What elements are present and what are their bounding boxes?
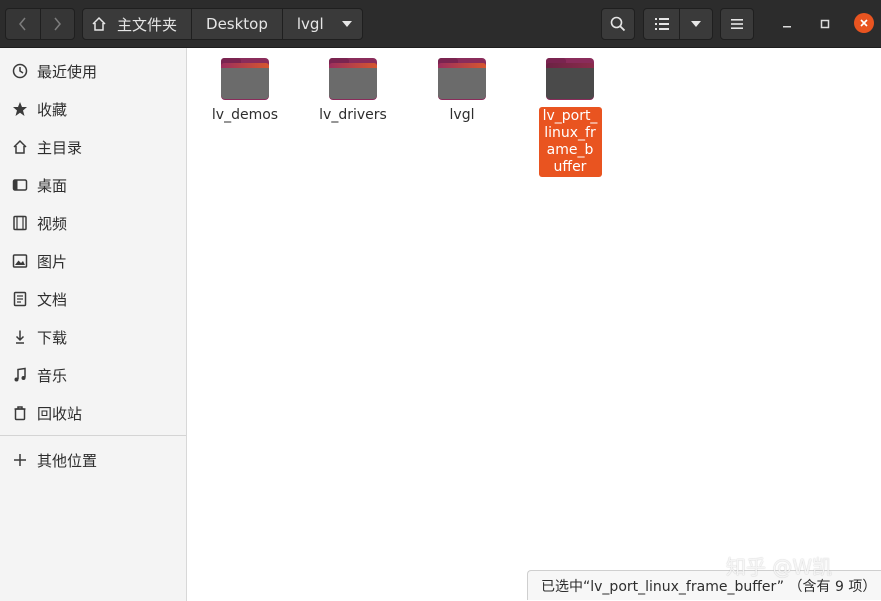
file-name: lv_port_linux_frame_buffer	[538, 107, 602, 177]
sidebar-item-home[interactable]: 主目录	[0, 128, 186, 166]
sidebar-item-label: 主目录	[37, 138, 83, 157]
sidebar-divider	[0, 435, 186, 436]
sidebar-item-trash[interactable]: 回收站	[0, 394, 186, 432]
triangle-down-icon	[341, 21, 352, 27]
watermark: 知乎 @W凯	[726, 555, 833, 579]
sidebar-item-videos[interactable]: 视频	[0, 204, 186, 242]
sidebar-item-label: 文档	[37, 290, 68, 309]
file-item[interactable]: lv_demos	[199, 56, 291, 124]
breadcrumb-home[interactable]: 主文件夹	[83, 9, 191, 39]
file-item[interactable]: lv_drivers	[307, 56, 399, 124]
list-view-button[interactable]	[644, 9, 679, 39]
search-icon	[610, 16, 626, 32]
view-switcher	[643, 8, 713, 40]
file-name: lv_demos	[211, 107, 279, 123]
file-name: lvgl	[449, 107, 475, 123]
header-bar: 主文件夹 Desktop lvgl	[0, 0, 881, 48]
sidebar: 最近使用 收藏 主目录 桌面 视频 图片 文档 下载 音乐 回收站 其他位置	[0, 48, 187, 601]
star-icon	[11, 101, 28, 118]
sidebar-item-documents[interactable]: 文档	[0, 280, 186, 318]
sidebar-item-label: 回收站	[37, 404, 83, 423]
chevron-left-icon	[18, 17, 26, 31]
sidebar-item-downloads[interactable]: 下载	[0, 318, 186, 356]
sidebar-item-other-locations[interactable]: 其他位置	[0, 441, 186, 479]
close-button[interactable]	[854, 13, 874, 33]
minimize-button[interactable]	[776, 13, 798, 35]
trash-icon	[11, 405, 28, 422]
sidebar-item-label: 图片	[37, 252, 68, 271]
file-name: lv_drivers	[319, 107, 387, 123]
music-icon	[11, 367, 28, 384]
menu-button[interactable]	[720, 8, 754, 40]
view-options-button[interactable]	[679, 9, 712, 39]
sidebar-item-label: 桌面	[37, 176, 68, 195]
sidebar-item-recent[interactable]: 最近使用	[0, 52, 186, 90]
sidebar-item-label: 最近使用	[37, 62, 98, 81]
plus-icon	[11, 452, 28, 469]
breadcrumb-label: lvgl	[296, 15, 324, 33]
document-icon	[11, 291, 28, 308]
folder-icon	[438, 58, 486, 102]
triangle-down-icon	[691, 21, 701, 27]
file-item-selected[interactable]: lv_port_linux_frame_buffer	[524, 56, 616, 177]
breadcrumb-label: 主文件夹	[117, 15, 178, 34]
sidebar-item-label: 收藏	[37, 100, 68, 119]
image-icon	[11, 253, 28, 270]
home-icon	[92, 16, 106, 31]
film-icon	[11, 215, 28, 232]
close-icon	[860, 19, 868, 27]
file-item[interactable]: lvgl	[416, 56, 508, 124]
list-view-icon	[654, 18, 669, 30]
search-button[interactable]	[601, 8, 635, 40]
sidebar-item-label: 音乐	[37, 366, 68, 385]
chevron-right-icon	[54, 17, 62, 31]
hamburger-menu-icon	[731, 19, 743, 29]
forward-button[interactable]	[39, 9, 75, 39]
sidebar-item-label: 视频	[37, 214, 68, 233]
breadcrumb-desktop[interactable]: Desktop	[191, 9, 282, 39]
file-view: lv_demos lv_drivers lvgl lv_port_linux_f…	[188, 48, 881, 601]
folder-icon	[221, 58, 269, 102]
home-icon	[11, 139, 28, 156]
maximize-icon	[820, 19, 830, 29]
folder-icon	[329, 58, 377, 102]
folder-icon	[546, 58, 594, 102]
desktop-icon	[11, 177, 28, 194]
sidebar-item-desktop[interactable]: 桌面	[0, 166, 186, 204]
sidebar-item-label: 下载	[37, 328, 68, 347]
sidebar-item-music[interactable]: 音乐	[0, 356, 186, 394]
nav-buttons	[5, 8, 75, 40]
sidebar-item-pictures[interactable]: 图片	[0, 242, 186, 280]
download-icon	[11, 329, 28, 346]
minimize-icon	[783, 26, 791, 28]
maximize-button[interactable]	[814, 13, 836, 35]
breadcrumb-current[interactable]: lvgl	[281, 9, 362, 39]
breadcrumb-label: Desktop	[206, 15, 268, 33]
sidebar-item-starred[interactable]: 收藏	[0, 90, 186, 128]
sidebar-item-label: 其他位置	[37, 451, 98, 470]
clock-icon	[11, 63, 28, 80]
breadcrumb: 主文件夹 Desktop lvgl	[82, 8, 363, 40]
back-button[interactable]	[6, 9, 40, 39]
